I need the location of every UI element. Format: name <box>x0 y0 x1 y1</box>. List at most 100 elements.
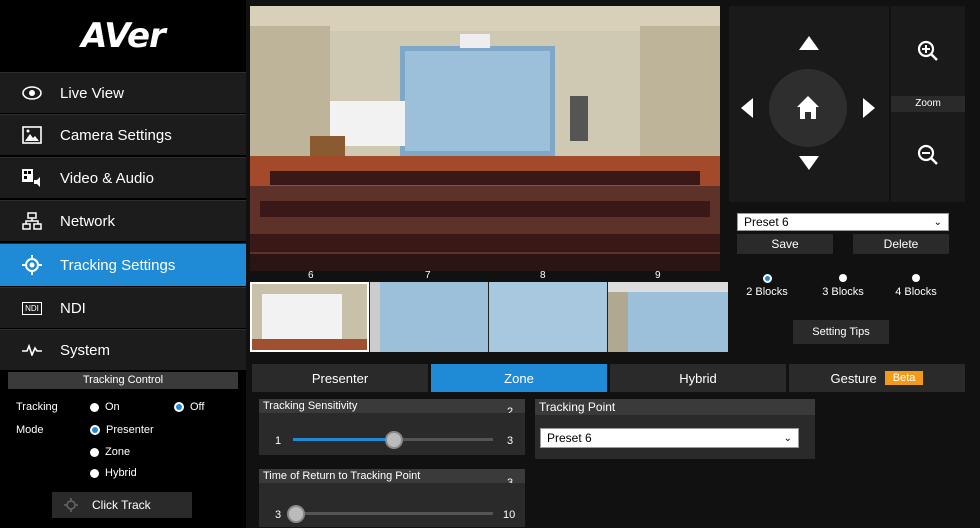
tracking-sensitivity-slider-handle[interactable] <box>385 431 403 449</box>
preset-select[interactable]: Preset 6 ⌄ <box>737 213 949 231</box>
aver-logo: AVer <box>81 16 166 56</box>
radio-dot <box>90 468 99 478</box>
blocks-2-radio[interactable]: 2 Blocks <box>737 274 797 298</box>
thumb-number: 9 <box>655 270 661 281</box>
pulse-icon <box>18 344 46 356</box>
zoom-panel: Zoom <box>891 6 965 202</box>
tracking-point-select[interactable]: Preset 6 ⌄ <box>540 428 799 448</box>
slider-max: 3 <box>507 435 514 447</box>
sidebar-item-label: System <box>60 341 111 359</box>
preset-thumbnail[interactable] <box>489 282 607 352</box>
radio-dot <box>912 274 920 282</box>
return-time-slider-handle[interactable] <box>287 505 305 523</box>
zoom-label: Zoom <box>891 96 965 112</box>
thumb-number: 6 <box>308 270 314 281</box>
sidebar-item-label: Network <box>60 212 116 230</box>
sidebar-item-camera-settings[interactable]: Camera Settings <box>0 114 246 155</box>
video-audio-icon <box>18 168 46 188</box>
arrow-right-icon <box>863 98 875 118</box>
radio-label: Hybrid <box>105 467 137 479</box>
radio-label: On <box>105 401 120 413</box>
pan-left-button[interactable] <box>741 98 753 123</box>
mode-label: Mode <box>16 424 44 436</box>
slider-min: 1 <box>275 435 282 447</box>
beta-badge: Beta <box>884 371 924 385</box>
network-icon <box>18 212 46 230</box>
preset-panel: Preset 6 ⌄ Save Delete 2 Blocks 3 Blocks… <box>729 206 965 352</box>
chevron-down-icon: ⌄ <box>933 216 942 228</box>
sidebar-item-network[interactable]: Network <box>0 200 246 241</box>
radio-dot <box>90 447 99 457</box>
blocks-3-radio[interactable]: 3 Blocks <box>813 274 873 298</box>
slider-max: 10 <box>503 509 516 521</box>
sidebar-item-system[interactable]: System <box>0 329 246 370</box>
radio-label: Zone <box>105 446 131 458</box>
radio-dot-selected <box>90 425 100 435</box>
home-icon <box>797 96 819 119</box>
tracking-label: Tracking <box>16 401 58 413</box>
blocks-4-radio[interactable]: 4 Blocks <box>883 274 949 298</box>
tracking-on-radio[interactable]: On <box>90 401 120 413</box>
tracking-sensitivity-slider-area: 1 3 <box>259 413 525 455</box>
radio-dot <box>90 402 99 412</box>
sidebar-item-live-view[interactable]: Live View <box>0 72 246 113</box>
return-time-slider-area: 3 10 <box>259 483 525 527</box>
tracking-point-panel: Preset 6 ⌄ <box>535 415 815 459</box>
thumb-number: 8 <box>540 270 546 281</box>
arrow-up-icon <box>799 36 819 50</box>
pan-down-button[interactable] <box>799 156 819 175</box>
tracking-off-radio[interactable]: Off <box>174 401 204 413</box>
tab-gesture[interactable]: Gesture Beta <box>789 364 965 392</box>
preset-select-value: Preset 6 <box>744 215 789 229</box>
preset-thumbnail[interactable] <box>608 282 728 352</box>
preset-thumbnail[interactable] <box>250 282 369 352</box>
save-preset-button[interactable]: Save <box>737 234 833 254</box>
radio-label: 3 Blocks <box>822 286 864 298</box>
radio-dot-selected <box>174 402 184 412</box>
sidebar-item-ndi[interactable]: NDI NDI <box>0 287 246 328</box>
radio-label: Presenter <box>106 424 154 436</box>
ptz-control-panel: Zoom <box>729 6 965 202</box>
tracking-point-label: Tracking Point <box>535 399 815 415</box>
preset-thumbnail[interactable] <box>370 282 488 352</box>
pan-up-button[interactable] <box>799 36 819 55</box>
sidebar-item-label: Camera Settings <box>60 126 172 144</box>
mode-presenter-radio[interactable]: Presenter <box>90 424 154 436</box>
classroom-scene-image <box>250 6 720 271</box>
return-time-label: Time of Return to Tracking Point <box>259 469 495 483</box>
sidebar-item-label: Tracking Settings <box>60 256 176 274</box>
arrow-left-icon <box>741 98 753 118</box>
direction-pad <box>729 6 889 202</box>
mode-zone-radio[interactable]: Zone <box>90 446 130 458</box>
tab-zone[interactable]: Zone <box>431 364 607 392</box>
zoom-out-button[interactable] <box>917 144 939 171</box>
slider-min: 3 <box>275 509 282 521</box>
setting-tips-button[interactable]: Setting Tips <box>793 320 889 344</box>
sidebar-item-tracking-settings[interactable]: Tracking Settings <box>0 243 246 286</box>
home-button[interactable] <box>769 69 847 147</box>
sidebar-item-video-audio[interactable]: Video & Audio <box>0 157 246 198</box>
tracking-control-header: Tracking Control <box>8 372 238 389</box>
slider-track <box>293 512 493 515</box>
click-track-label: Click Track <box>92 498 151 512</box>
delete-preset-button[interactable]: Delete <box>853 234 949 254</box>
crosshair-icon <box>64 498 78 512</box>
radio-dot-selected <box>762 274 772 283</box>
ndi-icon-text: NDI <box>22 301 42 315</box>
zoom-in-button[interactable] <box>917 40 939 67</box>
slider-fill <box>293 438 393 441</box>
live-video-preview[interactable] <box>250 6 720 271</box>
radio-label: 4 Blocks <box>895 286 937 298</box>
sidebar-item-label: NDI <box>60 299 86 317</box>
sidebar: AVer Live View Camera Settings Video & A… <box>0 0 246 528</box>
pan-right-button[interactable] <box>863 98 875 123</box>
thumb-number: 7 <box>425 270 431 281</box>
tab-hybrid[interactable]: Hybrid <box>610 364 786 392</box>
mode-hybrid-radio[interactable]: Hybrid <box>90 467 137 479</box>
tab-presenter[interactable]: Presenter <box>252 364 428 392</box>
zoom-in-icon <box>917 40 938 61</box>
sidebar-item-label: Live View <box>60 84 124 102</box>
tab-gesture-label: Gesture <box>830 370 877 386</box>
click-track-button[interactable]: Click Track <box>52 492 192 518</box>
radio-dot <box>839 274 847 282</box>
